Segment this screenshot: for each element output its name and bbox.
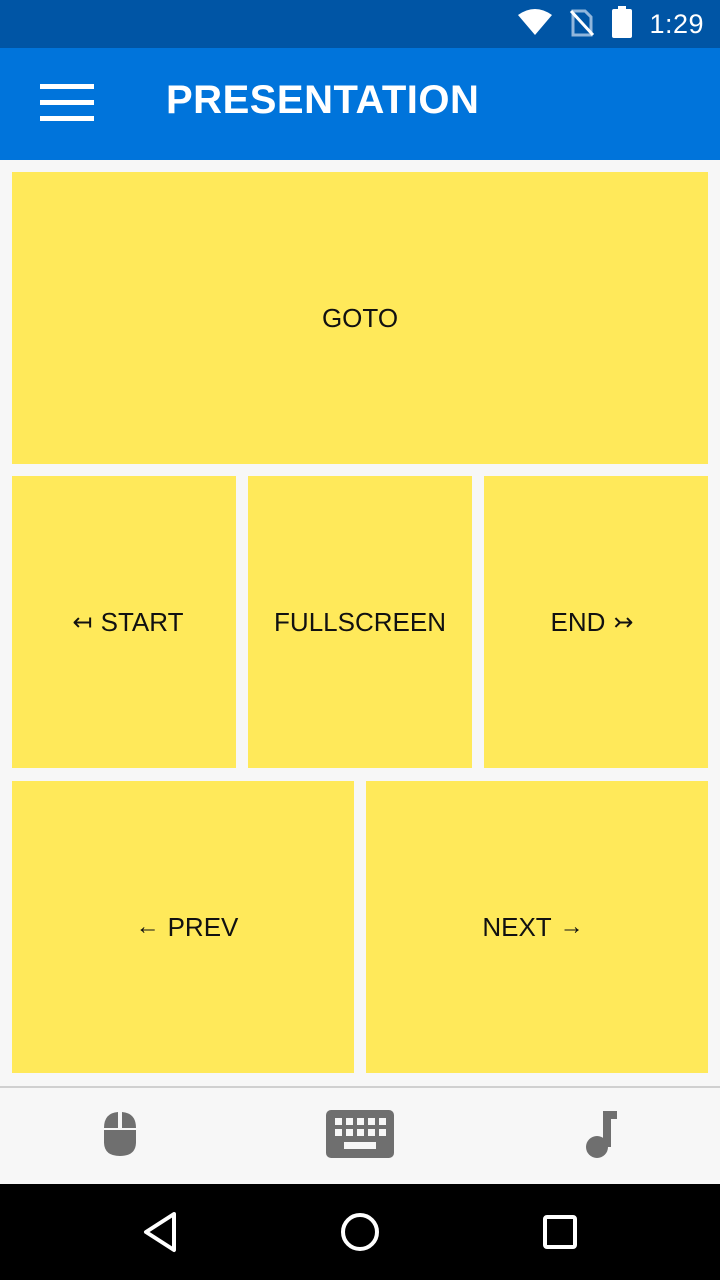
prev-button[interactable]: ← PREV — [12, 781, 354, 1073]
recents-icon[interactable] — [536, 1208, 584, 1256]
page-title: PRESENTATION — [166, 78, 480, 122]
system-nav-bar — [0, 1184, 720, 1280]
status-time: 1:29 — [649, 8, 704, 39]
status-icons: 1:29 — [517, 0, 704, 48]
hamburger-menu-icon[interactable] — [40, 84, 94, 124]
goto-button[interactable]: GOTO — [12, 172, 708, 464]
goto-label: GOTO — [321, 302, 399, 333]
back-icon[interactable] — [136, 1208, 184, 1256]
next-button[interactable]: NEXT → — [366, 781, 708, 1073]
prev-label: PREV — [167, 911, 239, 942]
end-label: END — [550, 606, 606, 637]
presentation-controls: GOTO ↤ START FULLSCREEN END ↣ ← PREV NEX… — [0, 160, 720, 1086]
wifi-icon — [517, 7, 553, 42]
mouse-icon — [102, 1110, 138, 1163]
music-tab[interactable] — [480, 1088, 720, 1184]
bottom-nav — [0, 1086, 720, 1184]
battery-icon — [611, 5, 633, 43]
status-bar: 1:29 — [0, 0, 720, 48]
fullscreen-button[interactable]: FULLSCREEN — [248, 476, 472, 768]
keyboard-icon — [326, 1109, 394, 1163]
start-arrow-icon: ↤ — [72, 608, 93, 636]
keyboard-tab[interactable] — [240, 1088, 480, 1184]
app-bar: PRESENTATION — [0, 48, 720, 160]
next-label: NEXT — [482, 911, 552, 942]
prev-arrow-icon: ← — [135, 913, 160, 940]
start-label: START — [100, 606, 184, 637]
end-arrow-icon: ↣ — [613, 608, 634, 636]
start-button[interactable]: ↤ START — [12, 476, 236, 768]
next-arrow-icon: → — [559, 913, 584, 940]
music-note-icon — [583, 1109, 617, 1164]
fullscreen-label: FULLSCREEN — [274, 606, 446, 637]
home-icon[interactable] — [336, 1208, 384, 1256]
no-sim-icon — [569, 7, 595, 42]
end-button[interactable]: END ↣ — [484, 476, 708, 768]
mouse-tab[interactable] — [0, 1088, 240, 1184]
